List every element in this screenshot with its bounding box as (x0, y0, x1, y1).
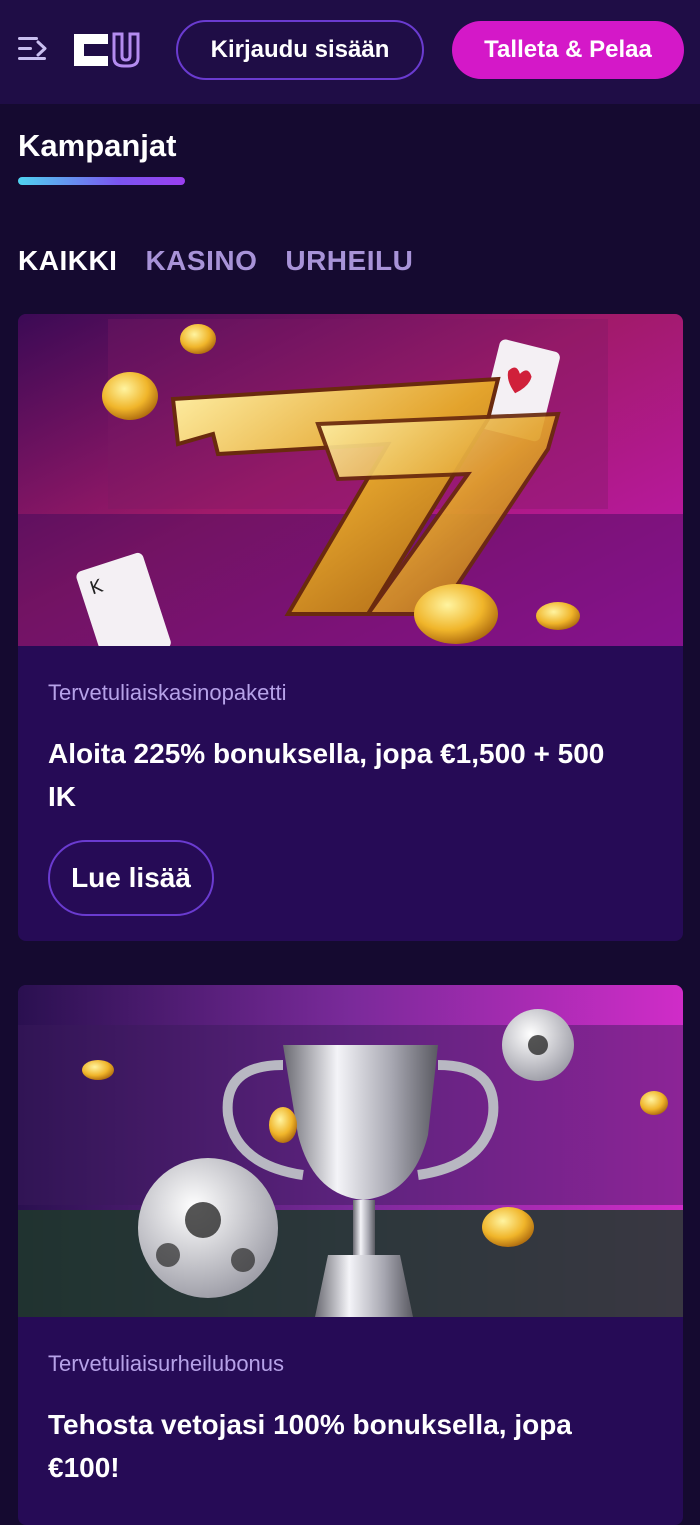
promo-card-sports: Tervetuliaisurheilubonus Tehosta vetojas… (18, 985, 683, 1525)
title-underline (18, 177, 185, 185)
brand-logo[interactable] (72, 30, 150, 70)
promo-card-casino: K Tervetuliaiskasinopaketti Aloita 225% … (18, 314, 683, 941)
promo-category: Tervetuliaisurheilubonus (48, 1351, 285, 1376)
tab-kaikki[interactable]: KAIKKI (18, 245, 117, 277)
promo-tabs: KAIKKI KASINO URHEILU (18, 245, 413, 277)
trophy-football-image (18, 985, 683, 1317)
deposit-play-button[interactable]: Talleta & Pelaa (452, 21, 684, 79)
login-button[interactable]: Kirjaudu sisään (176, 20, 424, 80)
promo-category: Tervetuliaiskasinopaketti (48, 680, 287, 705)
tab-urheilu[interactable]: URHEILU (285, 245, 413, 277)
tab-kasino[interactable]: KASINO (145, 245, 257, 277)
promo-title: Tehosta vetojasi 100% bonuksella, jopa €… (48, 1409, 572, 1483)
slot-777-image: K (18, 314, 683, 646)
top-header: Kirjaudu sisään Talleta & Pelaa (0, 0, 700, 104)
promo-title: Aloita 225% bonuksella, jopa €1,500 + 50… (48, 738, 605, 812)
read-more-button[interactable]: Lue lisää (48, 840, 214, 916)
menu-arrow-icon[interactable] (16, 33, 50, 65)
page-title: Kampanjat (18, 128, 177, 163)
